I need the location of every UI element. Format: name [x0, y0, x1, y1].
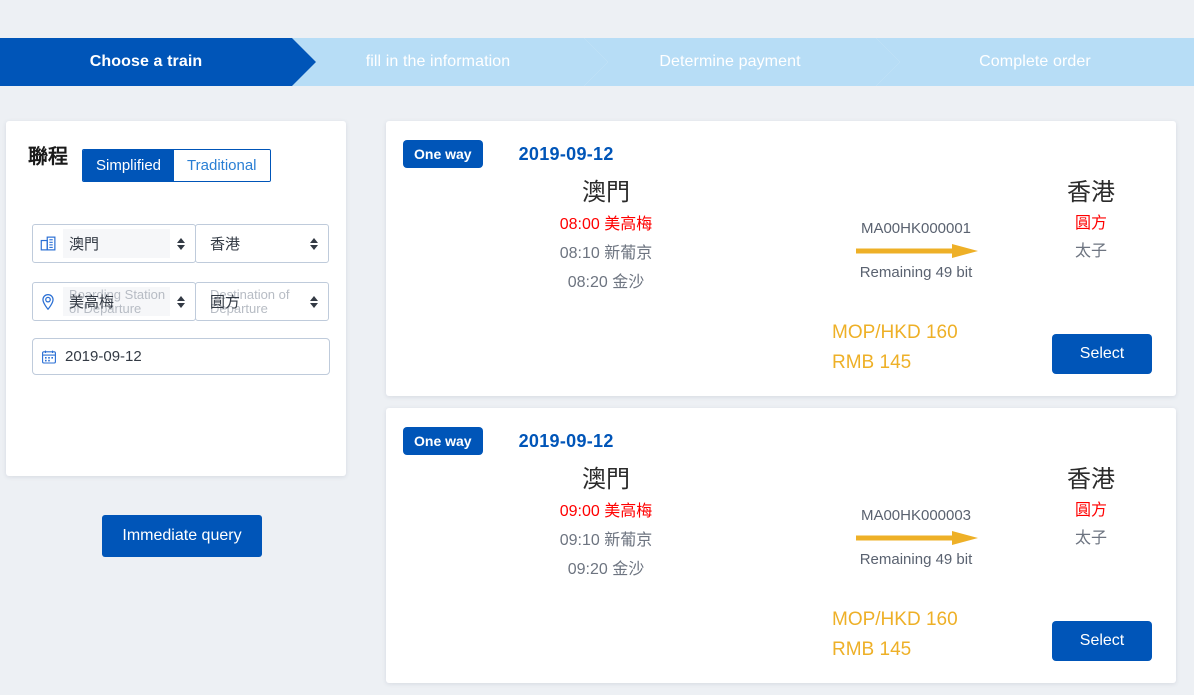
departure-stop-name: 美高梅	[604, 503, 653, 520]
station-from-select[interactable]: Boarding Station of Departure 美高梅	[32, 282, 196, 321]
departure-city: 澳門	[582, 179, 630, 206]
region-to-body: 香港	[204, 229, 303, 258]
station-from-stepper-icon[interactable]	[174, 295, 188, 308]
station-from-value: 美高梅	[69, 294, 115, 311]
toggle-simplified[interactable]: Simplified	[83, 150, 175, 181]
search-panel: 聯程 Simplified Traditional 澳門 香港 Boarding…	[6, 121, 346, 557]
direction-arrow-icon	[826, 527, 1006, 549]
step-arrow-head-icon	[876, 38, 900, 86]
arrival-stop-name: 太子	[1074, 530, 1107, 547]
arrival-city: 香港	[1067, 466, 1115, 493]
arrival-stop-name: 圓方	[1074, 502, 1107, 519]
departure-stop: 08:10 新葡京	[386, 239, 826, 268]
departure-stop: 08:20 金沙	[386, 268, 826, 297]
train-number: MA00HK000001	[860, 220, 972, 237]
region-field-row: 澳門 香港	[32, 224, 330, 263]
result-card-header: One way 2019-09-12	[386, 121, 1176, 168]
step-choose-a-train[interactable]: Choose a train	[0, 38, 316, 86]
remaining-seats: Remaining 49 bit	[859, 264, 973, 281]
departure-stop-time: 08:10	[559, 245, 600, 262]
select-button[interactable]: Select	[1052, 621, 1152, 661]
departure-stop-name: 新葡京	[604, 245, 653, 262]
step-label: fill in the information	[365, 53, 511, 70]
arrival-column: 香港 圓方 太子	[1006, 176, 1176, 266]
station-to-stepper-icon[interactable]	[307, 295, 321, 308]
result-card-header: One way 2019-09-12	[386, 408, 1176, 455]
trip-summary: 澳門 09:00 美高梅 09:10 新葡京 09:20 金沙 MA00HK00…	[386, 463, 1176, 593]
departure-stop-time: 08:20	[567, 274, 608, 291]
region-to-value: 香港	[210, 236, 241, 253]
departure-stop: 09:10 新葡京	[386, 526, 826, 555]
arrival-stop-name: 太子	[1074, 243, 1107, 260]
remaining-seats: Remaining 49 bit	[859, 551, 973, 568]
date-value: 2019-09-12	[65, 348, 142, 365]
progress-stepbar: Choose a train fill in the information D…	[0, 38, 1194, 86]
search-panel-header: 聯程 Simplified Traditional	[6, 121, 346, 182]
calendar-icon	[33, 349, 65, 365]
region-to-select[interactable]: 香港	[195, 224, 329, 263]
language-toggle[interactable]: Simplified Traditional	[82, 149, 271, 182]
region-to-stepper-icon[interactable]	[307, 237, 321, 250]
location-pin-icon	[33, 293, 63, 311]
price-secondary: RMB 145	[832, 639, 912, 660]
results-list: One way 2019-09-12 澳門 08:00 美高梅 08:10 新葡…	[386, 121, 1176, 695]
step-determine-payment[interactable]: Determine payment	[584, 38, 900, 86]
station-to-value: 圓方	[210, 294, 241, 311]
train-number: MA00HK000003	[860, 507, 972, 524]
immediate-query-button[interactable]: Immediate query	[102, 515, 262, 557]
departure-stop-time: 08:00	[559, 216, 600, 233]
region-from-select[interactable]: 澳門	[32, 224, 196, 263]
departure-stop-time: 09:20	[567, 561, 608, 578]
result-card: One way 2019-09-12 澳門 09:00 美高梅 09:10 新葡…	[386, 408, 1176, 683]
trip-summary: 澳門 08:00 美高梅 08:10 新葡京 08:20 金沙 MA00HK00…	[386, 176, 1176, 306]
step-label: Determine payment	[659, 53, 801, 70]
station-to-body: Destination of Departure 圓方	[204, 287, 303, 316]
price-primary: MOP/HKD 160	[832, 609, 958, 630]
departure-stop: 09:00 美高梅	[386, 497, 826, 526]
arrival-column: 香港 圓方 太子	[1006, 463, 1176, 553]
toggle-traditional[interactable]: Traditional	[174, 150, 270, 181]
step-fill-in-the-information[interactable]: fill in the information	[292, 38, 608, 86]
one-way-badge: One way	[403, 140, 483, 168]
step-label: Complete order	[979, 53, 1091, 70]
station-to-select[interactable]: Destination of Departure 圓方	[195, 282, 329, 321]
arrival-stop-name: 圓方	[1074, 215, 1107, 232]
step-complete-order[interactable]: Complete order	[876, 38, 1194, 86]
date-input[interactable]: 2019-09-12	[32, 338, 330, 375]
result-card: One way 2019-09-12 澳門 08:00 美高梅 08:10 新葡…	[386, 121, 1176, 396]
one-way-badge: One way	[403, 427, 483, 455]
train-info-column: MA00HK000003 Remaining 49 bit	[826, 505, 1006, 571]
region-from-body: 澳門	[63, 229, 170, 258]
price-secondary: RMB 145	[832, 352, 912, 373]
departure-column: 澳門 09:00 美高梅 09:10 新葡京 09:20 金沙	[386, 463, 826, 584]
result-date: 2019-09-12	[518, 430, 614, 451]
region-from-value: 澳門	[69, 236, 100, 253]
step-arrow-head-icon	[584, 38, 608, 86]
result-date: 2019-09-12	[518, 143, 614, 164]
departure-stop-name: 金沙	[612, 274, 645, 291]
departure-stop: 09:20 金沙	[386, 555, 826, 584]
departure-column: 澳門 08:00 美高梅 08:10 新葡京 08:20 金沙	[386, 176, 826, 297]
departure-stop-time: 09:00	[559, 503, 600, 520]
departure-city: 澳門	[582, 466, 630, 493]
departure-stop: 08:00 美高梅	[386, 210, 826, 239]
station-from-body: Boarding Station of Departure 美高梅	[63, 287, 170, 316]
price-block: MOP/HKD 160 RMB 145	[832, 318, 958, 378]
step-arrow-head-icon	[292, 38, 316, 86]
train-info-column: MA00HK000001 Remaining 49 bit	[826, 218, 1006, 284]
departure-stop-time: 09:10	[559, 532, 600, 549]
select-button[interactable]: Select	[1052, 334, 1152, 374]
price-primary: MOP/HKD 160	[832, 322, 958, 343]
price-block: MOP/HKD 160 RMB 145	[832, 605, 958, 665]
arrival-city: 香港	[1067, 179, 1115, 206]
panel-title: 聯程	[28, 146, 68, 168]
departure-stop-name: 新葡京	[604, 532, 653, 549]
station-field-row: Boarding Station of Departure 美高梅 Destin…	[32, 282, 330, 321]
departure-stop-name: 美高梅	[604, 216, 653, 233]
step-label: Choose a train	[89, 53, 203, 70]
direction-arrow-icon	[826, 240, 1006, 262]
region-from-stepper-icon[interactable]	[174, 237, 188, 250]
building-icon	[33, 235, 63, 252]
departure-stop-name: 金沙	[612, 561, 645, 578]
